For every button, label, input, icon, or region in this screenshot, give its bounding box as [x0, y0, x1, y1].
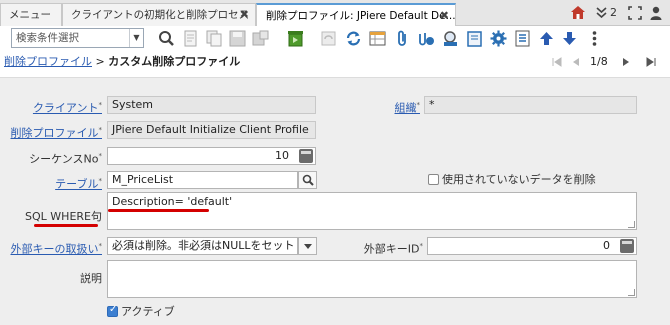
org-field: *	[424, 96, 637, 114]
chevron-down-icon	[304, 244, 312, 249]
gear-icon[interactable]	[490, 30, 507, 47]
tab-delete-profile[interactable]: 削除プロファイル: JPiere Default De... ✖	[256, 3, 456, 27]
breadcrumb: 削除プロファイル > カスタム削除プロファイル	[4, 54, 240, 70]
last-record-icon[interactable]	[646, 57, 656, 67]
highlight-underline	[108, 209, 209, 212]
sequence-field[interactable]: 10	[107, 147, 316, 165]
breadcrumb-parent-link[interactable]: 削除プロファイル	[4, 55, 92, 68]
attachment-icon[interactable]	[394, 30, 411, 47]
archive-icon[interactable]	[466, 30, 483, 47]
arrow-down-icon[interactable]	[561, 30, 578, 47]
delete-icon[interactable]	[287, 30, 304, 47]
sequence-value: 10	[275, 149, 289, 162]
fk-handling-label[interactable]: 外部キーの取扱い*	[11, 239, 103, 257]
calculator-icon[interactable]	[299, 149, 313, 163]
org-label[interactable]: 組織*	[395, 98, 421, 116]
more-vertical-icon[interactable]	[586, 30, 603, 47]
resize-handle-icon[interactable]	[628, 221, 635, 228]
arrow-up-icon[interactable]	[538, 30, 555, 47]
description-label: 説明	[80, 272, 102, 285]
highlight-underline	[34, 224, 98, 227]
tab-menu-label: メニュー	[9, 9, 51, 21]
calculator-icon[interactable]	[620, 239, 634, 253]
zoom-across-icon[interactable]	[442, 30, 459, 47]
home-icon[interactable]	[570, 5, 586, 20]
report-icon[interactable]	[514, 30, 531, 47]
chevron-down-icon[interactable]: ▼	[129, 29, 143, 47]
user-icon[interactable]	[650, 6, 662, 20]
sequence-label: シーケンスNo*	[29, 152, 102, 166]
active-label: アクティブ	[121, 305, 175, 318]
double-chevron-down-icon[interactable]	[596, 7, 607, 18]
search-query-placeholder: 検索条件選択	[16, 32, 79, 44]
save-icon[interactable]	[229, 30, 246, 47]
tab-delete-profile-label: 削除プロファイル: JPiere Default De...	[266, 10, 456, 22]
new-record-icon[interactable]	[182, 30, 199, 47]
detail-form: クライアント* System 組織* * 削除プロファイル* JPiere De…	[0, 77, 670, 325]
fk-handling-select[interactable]: 必須は削除。非必須はNULLをセット	[107, 237, 298, 255]
fk-id-label: 外部キーID*	[363, 242, 423, 256]
close-icon[interactable]: ✖	[240, 4, 249, 26]
record-navigator: 1/8	[552, 54, 662, 70]
search-query-select[interactable]: 検索条件選択 ▼	[11, 28, 144, 48]
active-checkbox[interactable]	[107, 304, 118, 317]
close-icon[interactable]: ✖	[440, 5, 449, 27]
table-field[interactable]: M_PriceList	[107, 171, 298, 189]
tab-client-init[interactable]: クライアントの初期化と削除プロセス ✖	[62, 3, 256, 26]
chat-attachment-icon[interactable]	[418, 30, 435, 47]
maximize-icon[interactable]	[628, 6, 642, 20]
previous-record-icon[interactable]	[572, 57, 580, 67]
resize-handle-icon[interactable]	[628, 289, 635, 296]
record-position: 1/8	[590, 55, 608, 68]
save-create-icon[interactable]	[252, 30, 269, 47]
tab-client-init-label: クライアントの初期化と削除プロセス	[71, 9, 250, 21]
breadcrumb-separator: >	[95, 55, 105, 68]
tab-menu[interactable]: メニュー	[0, 3, 62, 26]
profile-label[interactable]: 削除プロファイル*	[11, 123, 103, 141]
first-record-icon[interactable]	[552, 57, 562, 67]
refresh-icon[interactable]	[345, 30, 362, 47]
breadcrumb-current: カスタム削除プロファイル	[108, 55, 241, 68]
fk-id-value: 0	[603, 239, 610, 252]
window-count: 2	[610, 6, 617, 19]
sqlwhere-label: SQL WHERE句	[25, 210, 102, 223]
description-textarea[interactable]	[107, 260, 637, 298]
toolbar: 検索条件選択 ▼	[0, 26, 670, 52]
fk-id-field[interactable]: 0	[427, 237, 637, 255]
undo-icon[interactable]	[320, 30, 337, 47]
client-label[interactable]: クライアント*	[33, 98, 102, 116]
profile-field: JPiere Default Initialize Client Profile	[107, 121, 316, 139]
search-icon[interactable]	[158, 30, 175, 47]
search-icon	[302, 174, 314, 186]
tab-bar: メニュー クライアントの初期化と削除プロセス ✖ 削除プロファイル: JPier…	[0, 0, 670, 27]
copy-record-icon[interactable]	[206, 30, 223, 47]
table-search-button[interactable]	[298, 171, 317, 189]
grid-toggle-icon[interactable]	[369, 30, 386, 47]
unused-data-label: 使用されていないデータを削除	[442, 173, 596, 186]
fk-handling-dropdown[interactable]	[298, 237, 317, 255]
unused-data-checkbox[interactable]	[428, 174, 439, 185]
table-label[interactable]: テーブル*	[55, 174, 102, 192]
next-record-icon[interactable]	[622, 57, 630, 67]
client-field: System	[107, 96, 316, 114]
sqlwhere-value: Description= 'default'	[112, 195, 233, 208]
